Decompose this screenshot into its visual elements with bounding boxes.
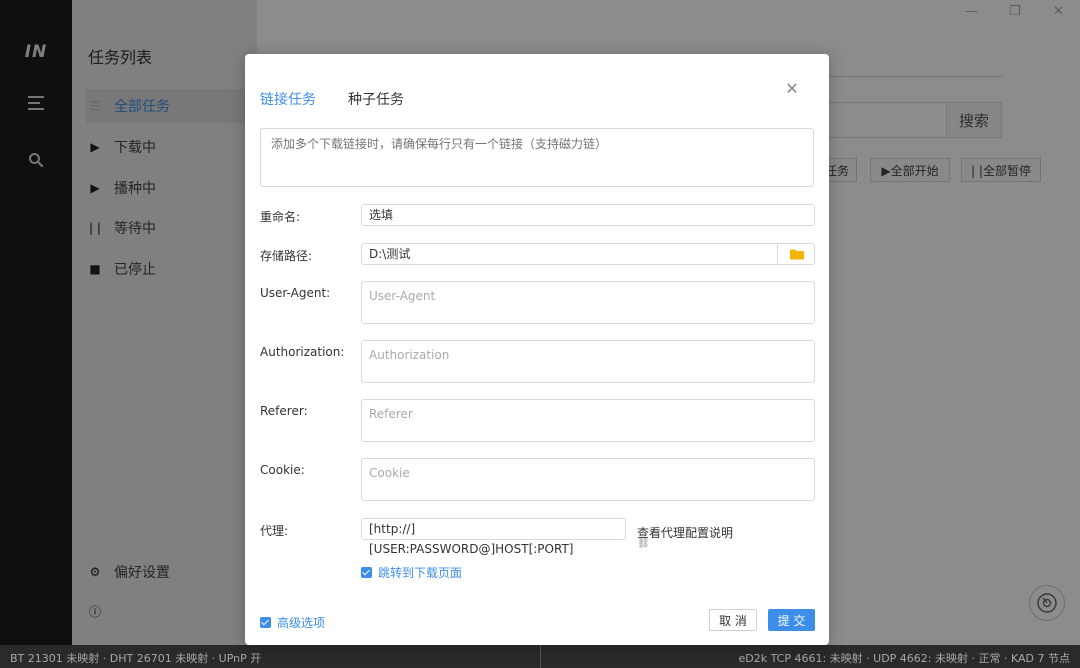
cookie-label: Cookie: (260, 463, 305, 477)
authorization-label: Authorization: (260, 345, 345, 359)
path-input[interactable]: D:\测试 (361, 243, 815, 265)
path-label: 存储路径: (260, 249, 313, 263)
status-left: BT 21301 未映射 · DHT 26701 未映射 · UPnP 开 (10, 652, 262, 665)
proxy-input[interactable]: [http://][USER:PASSWORD@]HOST[:PORT] (361, 518, 626, 556)
checkbox-checked-icon (260, 617, 271, 628)
rename-label: 重命名: (260, 210, 301, 224)
status-divider (540, 645, 541, 668)
status-right: eD2k TCP 4661: 未映射 · UDP 4662: 未映射 · 正常 … (738, 652, 1070, 665)
add-task-dialog: 链接任务 种子任务 ✕ 重命名: 选填 存储路径: D:\测试 User-Age… (245, 54, 829, 645)
tab-links[interactable]: 链接任务 (260, 89, 316, 109)
link-icon[interactable]: ⛓ (637, 538, 650, 549)
links-input[interactable] (260, 128, 814, 187)
folder-button[interactable] (777, 243, 815, 265)
jump-to-downloads-checkbox[interactable]: 跳转到下载页面 (361, 564, 462, 581)
jump-label: 跳转到下载页面 (378, 566, 463, 580)
rename-input[interactable]: 选填 (361, 204, 815, 226)
path-value: D:\测试 (369, 247, 411, 261)
advanced-options-checkbox[interactable]: 高级选项 (260, 614, 325, 631)
referer-input[interactable]: Referer (361, 399, 815, 442)
cookie-input[interactable]: Cookie (361, 458, 815, 501)
status-bar: BT 21301 未映射 · DHT 26701 未映射 · UPnP 开 eD… (0, 645, 1080, 668)
tab-torrent[interactable]: 种子任务 (348, 89, 404, 109)
referer-label: Referer: (260, 404, 308, 418)
advanced-label: 高级选项 (277, 616, 326, 630)
submit-button[interactable]: 提 交 (768, 609, 815, 631)
proxy-help-link[interactable]: 查看代理配置说明 (637, 524, 733, 541)
user-agent-input[interactable]: User-Agent (361, 281, 815, 324)
user-agent-label: User-Agent: (260, 286, 331, 300)
cancel-button[interactable]: 取 消 (709, 609, 757, 631)
proxy-label: 代理: (260, 524, 289, 538)
checkbox-checked-icon (361, 567, 372, 578)
authorization-input[interactable]: Authorization (361, 340, 815, 383)
folder-icon (789, 249, 804, 259)
close-icon[interactable]: ✕ (783, 80, 801, 98)
